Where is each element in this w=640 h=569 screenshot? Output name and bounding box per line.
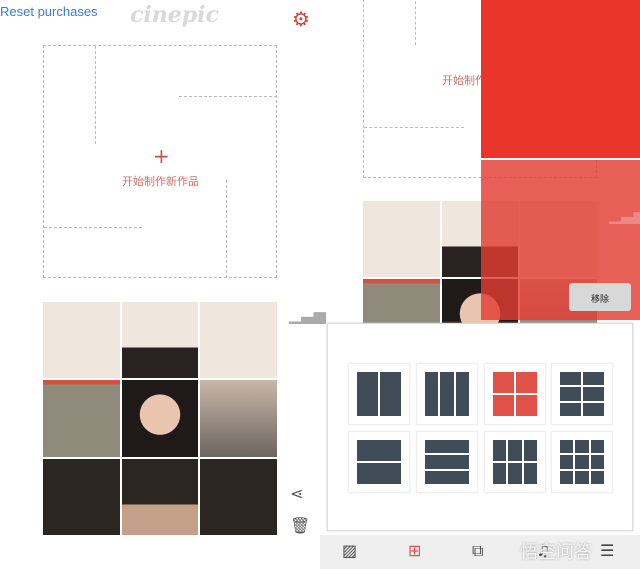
layout-tile: [516, 372, 537, 393]
layout-tile: [425, 455, 469, 469]
photo-cell: [43, 380, 120, 457]
photo-cell: [200, 302, 277, 379]
layout-option-two-rows[interactable]: [348, 431, 410, 493]
layout-tile: [493, 440, 507, 461]
photo-cell: [43, 458, 120, 535]
layout-tile: [590, 470, 604, 484]
layout-tile: [560, 372, 581, 386]
photo-cell: [121, 302, 199, 379]
photo-collage[interactable]: [43, 302, 277, 535]
watermark: 悟空问答: [520, 542, 592, 563]
new-project-label: 开始制作新作品: [122, 175, 199, 188]
layout-tile: [575, 440, 589, 454]
trash-icon[interactable]: 🗑: [290, 516, 310, 535]
divider: [364, 127, 464, 128]
layout-tile: [560, 470, 574, 484]
layout-tile: [508, 440, 522, 461]
layout-option-grid-2x2[interactable]: [484, 363, 546, 425]
grid-icon[interactable]: ⊞: [408, 541, 421, 560]
share-icon[interactable]: ⋖: [290, 484, 303, 503]
layout-tile: [590, 455, 604, 469]
layout-tile: [575, 470, 589, 484]
reset-purchases-link[interactable]: Reset purchases: [0, 4, 98, 19]
layout-option-two-columns[interactable]: [348, 363, 410, 425]
divider: [44, 227, 142, 228]
layout-tile: [493, 395, 514, 416]
layout-tile: [440, 372, 454, 416]
stats-icon[interactable]: ▁▃▅: [289, 305, 326, 324]
layout-tile: [560, 440, 574, 454]
layout-tile: [560, 455, 574, 469]
layout-tile: [583, 387, 604, 401]
bottom-toolbar: ▨ ⊞ ⧉ ♫ ☰: [320, 535, 640, 569]
layout-icon: [425, 372, 469, 416]
layout-option-grid-3x2[interactable]: [484, 431, 546, 493]
layout-icon: [357, 372, 401, 416]
layout-tile: [590, 440, 604, 454]
layout-picker-panel: [327, 323, 633, 531]
layout-tile: [425, 470, 469, 484]
photo-cell: [200, 458, 277, 535]
adjust-icon[interactable]: ☰: [600, 541, 614, 560]
photo-cell: [121, 458, 199, 535]
layout-tile: [508, 463, 522, 484]
layout-tile: [357, 440, 401, 461]
overlay-icon[interactable]: ⧉: [472, 541, 483, 561]
photo-cell: [121, 380, 199, 457]
stats-icon[interactable]: ▁▃▅: [609, 205, 640, 224]
layout-option-three-columns[interactable]: [416, 363, 478, 425]
texture-icon[interactable]: ▨: [342, 541, 357, 560]
layout-tile: [575, 455, 589, 469]
layout-icon: [493, 372, 537, 416]
layout-tile: [425, 440, 469, 454]
photo-cell: [200, 380, 277, 457]
photo-cell: [43, 302, 120, 379]
layout-icon: [560, 440, 604, 484]
layout-tile: [380, 372, 401, 416]
layout-tile: [357, 372, 378, 416]
layout-option-grid-3x3[interactable]: [551, 431, 613, 493]
layout-icon: [560, 372, 604, 416]
layout-tile: [516, 395, 537, 416]
layout-tile: [357, 463, 401, 484]
divider: [179, 96, 277, 97]
layout-tile: [425, 372, 439, 416]
layout-tile: [560, 387, 581, 401]
red-selection-overlay: [481, 0, 640, 158]
layout-tile: [523, 440, 537, 461]
layout-icon: [357, 440, 401, 484]
divider: [226, 180, 227, 278]
gear-icon[interactable]: ⚙: [292, 7, 310, 31]
layout-option-three-rows[interactable]: [416, 431, 478, 493]
layout-tile: [523, 463, 537, 484]
new-project-card[interactable]: + 开始制作新作品: [43, 45, 277, 278]
layout-tile: [455, 372, 469, 416]
photo-cell: [363, 201, 440, 278]
layout-tile: [583, 402, 604, 416]
divider: [95, 46, 96, 144]
remove-button[interactable]: 移除: [569, 283, 631, 311]
layout-tile: [493, 372, 514, 393]
layout-icon: [493, 440, 537, 484]
divider: [415, 0, 416, 45]
layout-option-grid-2x3[interactable]: [551, 363, 613, 425]
layout-icon: [425, 440, 469, 484]
plus-icon: +: [153, 144, 170, 168]
layout-tile: [583, 372, 604, 386]
app-logo: cinepic: [130, 2, 219, 28]
layout-tile: [493, 463, 507, 484]
layout-tile: [560, 402, 581, 416]
